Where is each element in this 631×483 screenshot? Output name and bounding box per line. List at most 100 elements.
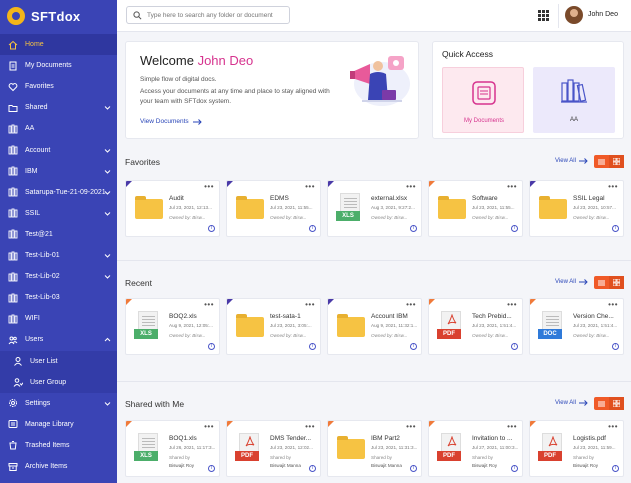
info-icon[interactable]: i	[612, 465, 619, 472]
info-icon[interactable]: i	[208, 465, 215, 472]
sidebar-item-ibm[interactable]: IBM	[0, 161, 117, 182]
more-options-icon[interactable]: •••	[406, 300, 416, 309]
file-card[interactable]: ••• SSIL Legal Jul 23, 2021, 10:57... Owned…	[529, 180, 624, 237]
quick-access-aa[interactable]: AA	[533, 67, 615, 133]
more-options-icon[interactable]: •••	[305, 422, 315, 431]
file-card[interactable]: ••• XLS external.xlsx Aug 3, 2021, 9:27:2..…	[327, 180, 422, 237]
info-icon[interactable]: i	[511, 465, 518, 472]
chevron-down-icon[interactable]	[104, 400, 111, 407]
info-icon[interactable]: i	[309, 465, 316, 472]
sidebar-item-test-lib-02[interactable]: Test-Lib-02	[0, 266, 117, 287]
chevron-down-icon[interactable]	[104, 189, 111, 196]
info-icon[interactable]: i	[511, 343, 518, 350]
more-options-icon[interactable]: •••	[507, 300, 517, 309]
recent-view-toggle[interactable]	[594, 276, 624, 289]
trash-icon	[8, 440, 18, 450]
app-logo[interactable]: SFTdox	[0, 0, 117, 32]
info-icon[interactable]: i	[410, 343, 417, 350]
shared-view-toggle[interactable]	[594, 397, 624, 410]
list-view-icon[interactable]	[594, 155, 609, 168]
sidebar-item-settings[interactable]: Settings	[0, 393, 117, 414]
grid-view-icon[interactable]	[609, 276, 624, 289]
apps-grid-icon[interactable]	[538, 10, 549, 21]
sidebar-item-archive-items[interactable]: Archive Items	[0, 456, 117, 477]
sidebar-item-user-group[interactable]: User Group	[0, 371, 117, 393]
info-icon[interactable]: i	[309, 225, 316, 232]
file-card[interactable]: ••• test-sata-1 Jul 23, 2021, 3:05:... Owne…	[226, 298, 321, 355]
more-options-icon[interactable]: •••	[608, 182, 618, 191]
sidebar-item-my-documents[interactable]: My Documents	[0, 55, 117, 76]
info-icon[interactable]: i	[208, 343, 215, 350]
more-options-icon[interactable]: •••	[204, 182, 214, 191]
avatar[interactable]	[565, 6, 583, 24]
info-icon[interactable]: i	[410, 225, 417, 232]
list-view-icon[interactable]	[594, 276, 609, 289]
folder-icon	[337, 436, 365, 459]
info-icon[interactable]: i	[612, 225, 619, 232]
favorites-view-toggle[interactable]	[594, 155, 624, 168]
shared-view-all-link[interactable]: View All	[555, 400, 588, 406]
info-icon[interactable]: i	[511, 225, 518, 232]
sidebar-item-wifi[interactable]: WIFI	[0, 308, 117, 329]
chevron-up-icon[interactable]	[104, 336, 111, 343]
file-card[interactable]: ••• Audit Jul 23, 2021, 12:13... Owned by: …	[125, 180, 220, 237]
user-name[interactable]: John Deo	[588, 11, 618, 18]
file-card[interactable]: ••• EDMS Jul 23, 2021, 11:55... Owned by: B…	[226, 180, 321, 237]
view-documents-link[interactable]: View Documents	[140, 118, 202, 125]
file-card[interactable]: ••• IBM Part2 Jul 23, 2021, 11:31:3... Shar…	[327, 420, 422, 477]
sidebar-item-label: AA	[25, 125, 35, 133]
sidebar-item-home[interactable]: Home	[0, 34, 117, 55]
search-input[interactable]	[147, 11, 287, 19]
more-options-icon[interactable]: •••	[305, 182, 315, 191]
chevron-down-icon[interactable]	[104, 168, 111, 175]
more-options-icon[interactable]: •••	[507, 422, 517, 431]
file-card[interactable]: ••• PDF Logistis.pdf Jul 23, 2021, 11:59...…	[529, 420, 624, 477]
file-card[interactable]: ••• XLS BOQ1.xls Jul 26, 2021, 11:17:3... Sh…	[125, 420, 220, 477]
more-options-icon[interactable]: •••	[204, 300, 214, 309]
info-icon[interactable]: i	[410, 465, 417, 472]
sidebar-item-user-list[interactable]: User List	[0, 350, 117, 372]
more-options-icon[interactable]: •••	[608, 422, 618, 431]
sidebar-item-shared[interactable]: Shared	[0, 97, 117, 118]
sidebar-item-ssil[interactable]: SSIL	[0, 203, 117, 224]
file-card[interactable]: ••• Account IBM Aug 9, 2021, 11:32:1... Own…	[327, 298, 422, 355]
chevron-down-icon[interactable]	[104, 252, 111, 259]
file-card[interactable]: ••• Software Jul 23, 2021, 11:55... Owned b…	[428, 180, 523, 237]
sidebar-item-test-21[interactable]: Test@21	[0, 224, 117, 245]
sidebar-item-users[interactable]: Users	[0, 329, 117, 350]
sidebar-item-account[interactable]: Account	[0, 140, 117, 161]
file-card[interactable]: ••• DOC Version Che... Jul 23, 2021, 1:51:4…	[529, 298, 624, 355]
sidebar-item-favorites[interactable]: Favorites	[0, 76, 117, 97]
info-icon[interactable]: i	[208, 225, 215, 232]
quick-access-my-documents[interactable]: My Documents	[442, 67, 524, 133]
more-options-icon[interactable]: •••	[406, 182, 416, 191]
recent-view-all-link[interactable]: View All	[555, 279, 588, 285]
chevron-down-icon[interactable]	[104, 104, 111, 111]
file-card[interactable]: ••• PDF Invitation to ... Jul 27, 2021, 11:…	[428, 420, 523, 477]
more-options-icon[interactable]: •••	[406, 422, 416, 431]
more-options-icon[interactable]: •••	[305, 300, 315, 309]
owner-label: Owned by: Bisw...	[472, 333, 509, 338]
file-card[interactable]: ••• PDF Tech Prebid... Jul 23, 2021, 1:51:4…	[428, 298, 523, 355]
sidebar-item-trashed-items[interactable]: Trashed Items	[0, 435, 117, 456]
info-icon[interactable]: i	[612, 343, 619, 350]
info-icon[interactable]: i	[309, 343, 316, 350]
more-options-icon[interactable]: •••	[204, 422, 214, 431]
more-options-icon[interactable]: •••	[507, 182, 517, 191]
sidebar-item-aa[interactable]: AA	[0, 118, 117, 139]
grid-view-icon[interactable]	[609, 397, 624, 410]
more-options-icon[interactable]: •••	[608, 300, 618, 309]
chevron-down-icon[interactable]	[104, 273, 111, 280]
list-view-icon[interactable]	[594, 397, 609, 410]
sidebar-item-satarupa-tue-21-09-2021[interactable]: Satarupa-Tue-21-09-2021	[0, 182, 117, 203]
sidebar-item-test-lib-03[interactable]: Test-Lib-03	[0, 287, 117, 308]
sidebar-item-manage-library[interactable]: Manage Library	[0, 414, 117, 435]
chevron-down-icon[interactable]	[104, 210, 111, 217]
file-card[interactable]: ••• PDF DMS Tender... Jul 23, 2021, 12:02..…	[226, 420, 321, 477]
grid-view-icon[interactable]	[609, 155, 624, 168]
search-box[interactable]	[126, 6, 290, 24]
favorites-view-all-link[interactable]: View All	[555, 158, 588, 164]
chevron-down-icon[interactable]	[104, 147, 111, 154]
sidebar-item-test-lib-01[interactable]: Test-Lib-01	[0, 245, 117, 266]
file-card[interactable]: ••• XLS BOQ2.xls Aug 9, 2021, 12:05:... Owne…	[125, 298, 220, 355]
